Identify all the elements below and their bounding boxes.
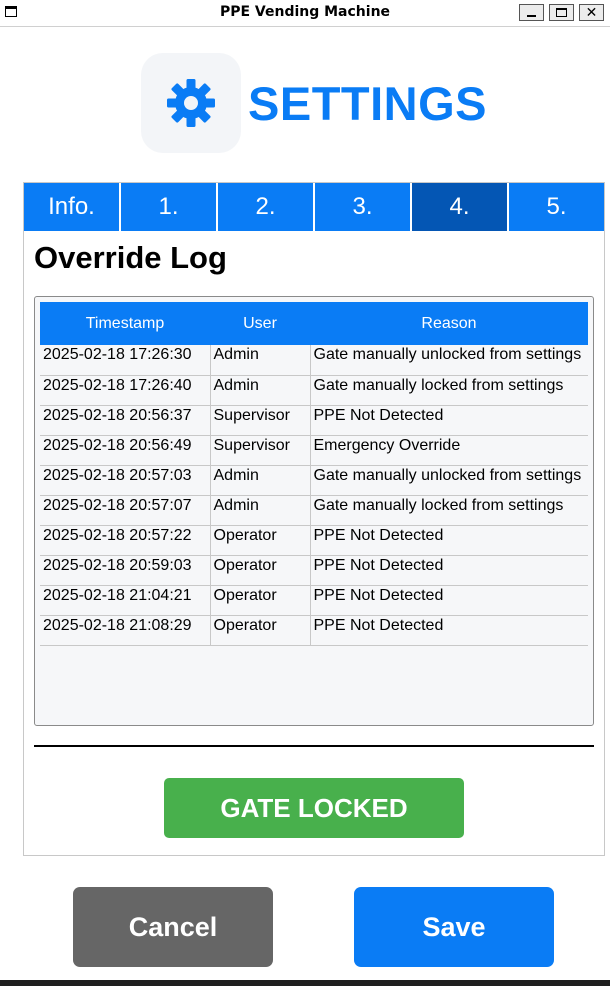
section-title: Override Log: [34, 240, 227, 275]
tab-info[interactable]: Info.: [24, 183, 121, 231]
maximize-icon: [556, 8, 567, 17]
tab-bar: Info. 1. 2. 3. 4. 5.: [24, 183, 604, 231]
tab-5[interactable]: 5.: [509, 183, 604, 231]
cell-timestamp: 2025-02-18 17:26:40: [40, 375, 211, 406]
title-bar: PPE Vending Machine ✕: [0, 0, 610, 27]
table-row[interactable]: 2025-02-18 20:56:37 Supervisor PPE Not Det…: [40, 405, 588, 436]
cell-reason: PPE Not Detected: [310, 405, 588, 436]
column-header-reason[interactable]: Reason: [310, 302, 588, 345]
save-button[interactable]: Save: [354, 887, 554, 967]
table-row[interactable]: 2025-02-18 20:56:49 Supervisor Emergency O…: [40, 435, 588, 466]
minimize-button[interactable]: [519, 4, 544, 21]
cell-reason: Gate manually unlocked from settings: [310, 345, 588, 376]
cell-timestamp: 2025-02-18 20:56:49: [40, 435, 211, 466]
cell-timestamp: 2025-02-18 20:56:37: [40, 405, 211, 436]
minimize-icon: [527, 15, 536, 17]
column-header-user[interactable]: User: [210, 302, 310, 345]
cell-user: Admin: [210, 375, 311, 406]
cell-reason: Gate manually locked from settings: [310, 375, 588, 406]
table-row[interactable]: 2025-02-18 21:08:29 Operator PPE Not Detec…: [40, 615, 588, 646]
table-row[interactable]: 2025-02-18 20:57:07 Admin Gate manually lo…: [40, 495, 588, 526]
cell-timestamp: 2025-02-18 20:57:07: [40, 495, 211, 526]
cell-user: Operator: [210, 555, 311, 586]
cell-user: Operator: [210, 585, 311, 616]
tab-1[interactable]: 1.: [121, 183, 218, 231]
cell-reason: PPE Not Detected: [310, 525, 588, 556]
cell-user: Admin: [210, 465, 311, 496]
cell-reason: Gate manually locked from settings: [310, 495, 588, 526]
cell-reason: Emergency Override: [310, 435, 588, 466]
table-row[interactable]: 2025-02-18 20:57:03 Admin Gate manually un…: [40, 465, 588, 496]
table-row[interactable]: 2025-02-18 21:04:21 Operator PPE Not Detec…: [40, 585, 588, 616]
maximize-button[interactable]: [549, 4, 574, 21]
column-header-timestamp[interactable]: Timestamp: [40, 302, 210, 345]
override-log-table: Timestamp User Reason 2025-02-18 17:26:3…: [40, 302, 588, 646]
page-title: SETTINGS: [248, 77, 488, 130]
cell-reason: Gate manually unlocked from settings: [310, 465, 588, 496]
tab-3[interactable]: 3.: [315, 183, 412, 231]
table-row[interactable]: 2025-02-18 17:26:30 Admin Gate manually un…: [40, 345, 588, 376]
cell-timestamp: 2025-02-18 20:57:22: [40, 525, 211, 556]
cell-reason: PPE Not Detected: [310, 555, 588, 586]
cell-user: Supervisor: [210, 405, 311, 436]
cell-user: Supervisor: [210, 435, 311, 466]
cell-user: Operator: [210, 615, 311, 646]
cell-reason: PPE Not Detected: [310, 615, 588, 646]
table-row[interactable]: 2025-02-18 20:57:22 Operator PPE Not Detec…: [40, 525, 588, 556]
close-icon: ✕: [585, 4, 598, 21]
table-header-row: Timestamp User Reason: [40, 302, 588, 345]
gear-icon: [167, 79, 215, 127]
table-row[interactable]: 2025-02-18 20:59:03 Operator PPE Not Detec…: [40, 555, 588, 586]
close-button[interactable]: ✕: [579, 4, 604, 21]
bottom-edge: [0, 980, 610, 986]
cell-timestamp: 2025-02-18 20:59:03: [40, 555, 211, 586]
cell-timestamp: 2025-02-18 21:08:29: [40, 615, 211, 646]
cell-user: Admin: [210, 495, 311, 526]
cell-reason: PPE Not Detected: [310, 585, 588, 616]
tab-4[interactable]: 4.: [412, 183, 509, 231]
cell-timestamp: 2025-02-18 20:57:03: [40, 465, 211, 496]
gate-status-button[interactable]: GATE LOCKED: [164, 778, 464, 838]
cell-user: Admin: [210, 345, 311, 376]
cell-user: Operator: [210, 525, 311, 556]
cell-timestamp: 2025-02-18 21:04:21: [40, 585, 211, 616]
cancel-button[interactable]: Cancel: [73, 887, 273, 967]
cell-timestamp: 2025-02-18 17:26:30: [40, 345, 211, 376]
gear-icon-tile: [141, 53, 241, 153]
divider: [34, 745, 594, 747]
tab-2[interactable]: 2.: [218, 183, 315, 231]
table-row[interactable]: 2025-02-18 17:26:40 Admin Gate manually lo…: [40, 375, 588, 406]
